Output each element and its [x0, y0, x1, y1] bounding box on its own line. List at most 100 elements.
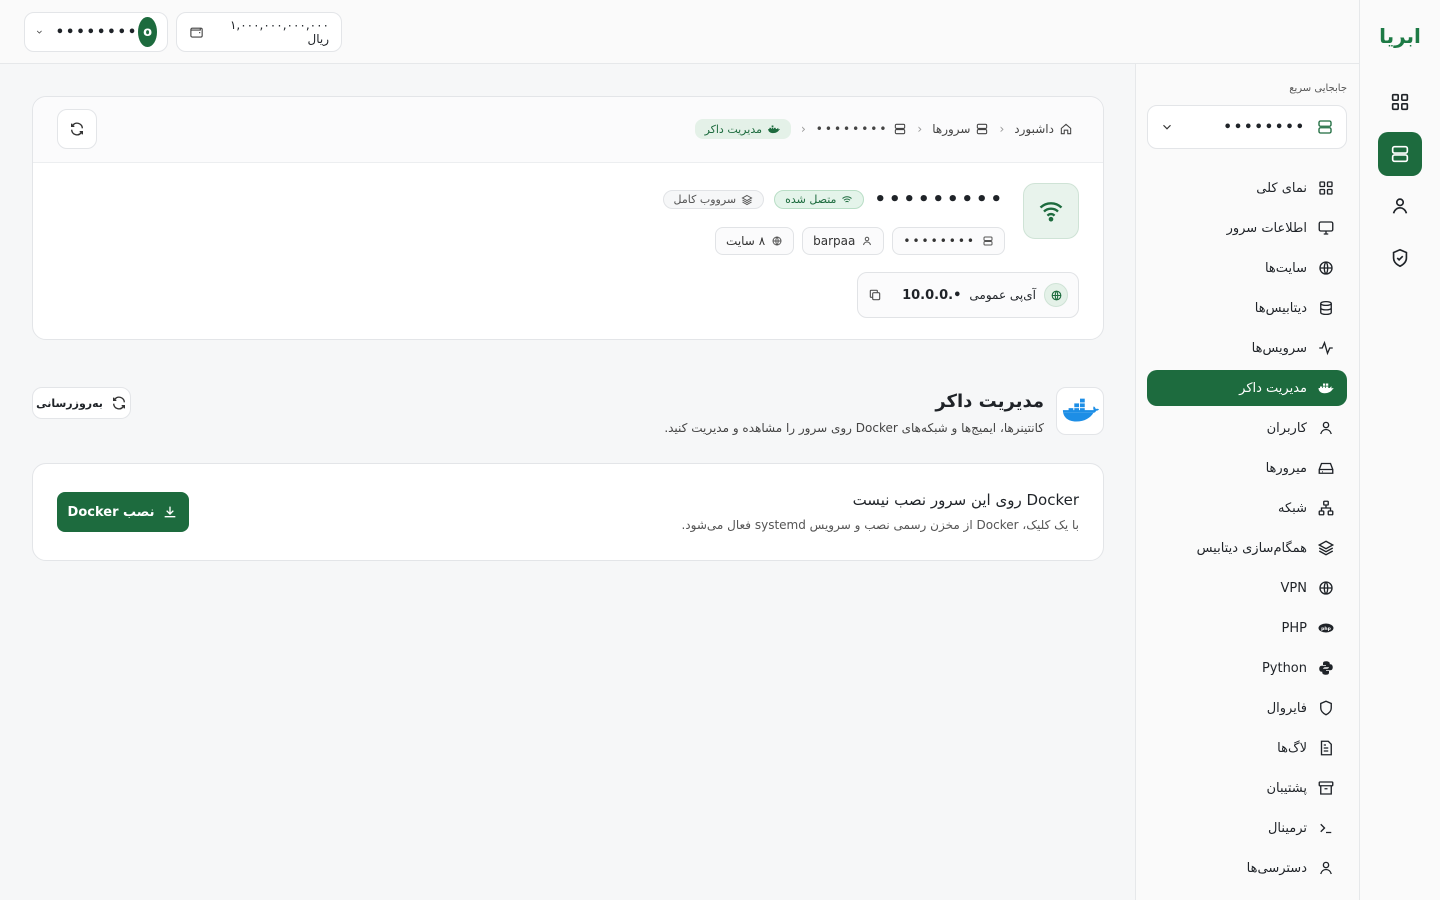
- host-value: ••••••••: [903, 234, 976, 248]
- install-docker-button[interactable]: نصب Docker: [57, 492, 189, 532]
- server-status-icon: [1023, 183, 1079, 239]
- docker-icon: [1318, 383, 1334, 394]
- install-title: Docker روی این سرور نصب نیست: [852, 491, 1079, 509]
- home-icon: [1060, 123, 1072, 135]
- rail-servers-button[interactable]: [1378, 132, 1422, 176]
- user-icon: [1320, 421, 1332, 435]
- chevron-left-icon: ‹: [800, 122, 806, 136]
- docker-icon: [768, 125, 780, 134]
- nav-label: دسترسی‌ها: [1246, 860, 1307, 876]
- server-icon: [895, 123, 906, 135]
- database-icon: [1320, 300, 1332, 316]
- breadcrumb-servers-label: سرورها: [932, 122, 971, 136]
- copy-icon[interactable]: [868, 288, 882, 302]
- monitor-icon: [1318, 221, 1334, 235]
- nav-logs[interactable]: لاگ‌ها: [1147, 730, 1347, 766]
- breadcrumb-home-label: داشبورد: [1014, 122, 1054, 136]
- php-icon: php: [1318, 623, 1334, 633]
- nav-users[interactable]: کاربران: [1147, 410, 1347, 446]
- docker-whale-icon: [1062, 398, 1099, 422]
- breadcrumb-servers[interactable]: سرورها: [932, 122, 989, 136]
- network-icon: [1318, 500, 1334, 516]
- grid-icon: [1391, 93, 1409, 111]
- rail-users-button[interactable]: [1378, 184, 1422, 228]
- server-sidebar: جابجایی سریع •••••••• نمای کلی اطلاعات س…: [1135, 64, 1359, 900]
- quick-switch-select[interactable]: ••••••••: [1147, 105, 1347, 149]
- docker-not-installed-card: Docker روی این سرور نصب نیست با یک کلیک،…: [32, 463, 1104, 561]
- nav-label: پشتیبان: [1266, 780, 1308, 796]
- activity-icon: [1319, 340, 1333, 356]
- layers-icon: [741, 194, 753, 205]
- nav-db-sync[interactable]: همگام‌سازی دیتابیس: [1147, 530, 1347, 566]
- server-name: •••••••••: [874, 189, 1005, 210]
- card-header: داشبورد ‹ سرورها ‹ •••••••• ‹ مدیریت داک…: [33, 97, 1103, 163]
- nav-vpn[interactable]: VPN: [1147, 570, 1347, 606]
- refresh-button[interactable]: به‌روزرسانی: [32, 387, 131, 419]
- nav-services[interactable]: سرویس‌ها: [1147, 330, 1347, 366]
- rail-security-button[interactable]: [1378, 236, 1422, 280]
- server-icon: [1391, 145, 1409, 163]
- user-menu[interactable]: •••••••• o: [24, 12, 168, 52]
- user-key-icon: [1320, 861, 1332, 875]
- nav-network[interactable]: شبکه: [1147, 490, 1347, 526]
- nav-python[interactable]: Python: [1147, 650, 1347, 686]
- host-chip: ••••••••: [892, 227, 1005, 255]
- chevron-left-icon: ‹: [917, 122, 923, 136]
- nav-label: میرورها: [1265, 460, 1307, 476]
- refresh-icon: [71, 122, 83, 136]
- globe-lock-icon: [1319, 581, 1333, 595]
- nav-backup[interactable]: پشتیبان: [1147, 770, 1347, 806]
- breadcrumb-home[interactable]: داشبورد: [1014, 122, 1073, 136]
- nav-label: مدیریت داکر: [1239, 380, 1307, 396]
- nav-access[interactable]: دسترسی‌ها: [1147, 850, 1347, 886]
- globe-icon: [1319, 261, 1333, 275]
- nav-docker[interactable]: مدیریت داکر: [1147, 370, 1347, 406]
- server-icon: [983, 236, 993, 246]
- breadcrumb-server[interactable]: ••••••••: [816, 122, 908, 136]
- nav-label: PHP: [1281, 620, 1307, 636]
- file-text-icon: [1320, 740, 1332, 756]
- svg-text:ابریا: ابریا: [1379, 24, 1421, 48]
- ssh-user-value: barpaa: [813, 234, 856, 248]
- nav-databases[interactable]: دیتابیس‌ها: [1147, 290, 1347, 326]
- top-bar: •••••••• o ۱,۰۰۰,۰۰۰,۰۰۰,۰۰۰ ریال: [0, 0, 1359, 64]
- server-title-row: ••••••••• متصل شده سرووب کامل: [662, 189, 1005, 210]
- server-type-label: سرووب کامل: [673, 193, 737, 206]
- reload-button[interactable]: [57, 109, 97, 149]
- nav-terminal[interactable]: ترمینال: [1147, 810, 1347, 846]
- user-icon: [1392, 198, 1408, 214]
- nav-label: اطلاعات سرور: [1226, 220, 1307, 236]
- nav-label: نمای کلی: [1256, 180, 1307, 196]
- nav-label: شبکه: [1278, 500, 1307, 516]
- nav-php[interactable]: php PHP: [1147, 610, 1347, 646]
- nav-server-info[interactable]: اطلاعات سرور: [1147, 210, 1347, 246]
- server-meta-row: •••••••• barpaa ۸ سایت: [715, 227, 1005, 255]
- nav-mirrors[interactable]: میرورها: [1147, 450, 1347, 486]
- layers-icon: [1317, 540, 1335, 556]
- ssh-user-chip: barpaa: [802, 227, 885, 255]
- chevron-left-icon: ‹: [999, 122, 1005, 136]
- avatar: o: [138, 17, 157, 47]
- svg-text:php: php: [1321, 626, 1331, 632]
- server-type-badge: سرووب کامل: [662, 190, 765, 209]
- nav-label: لاگ‌ها: [1277, 740, 1307, 756]
- archive-icon: [1318, 781, 1334, 795]
- wallet-balance[interactable]: ۱,۰۰۰,۰۰۰,۰۰۰,۰۰۰ ریال: [176, 12, 342, 52]
- nav-label: سرویس‌ها: [1251, 340, 1307, 356]
- python-icon: [1319, 661, 1333, 675]
- docker-section-subtitle: کانتینرها، ایمیج‌ها و شبکه‌های Docker رو…: [664, 421, 1044, 435]
- nav-overview[interactable]: نمای کلی: [1147, 170, 1347, 206]
- sites-count-chip: ۸ سایت: [715, 227, 795, 255]
- nav-firewall[interactable]: فایروال: [1147, 690, 1347, 726]
- brand-logo[interactable]: ابریا: [1370, 22, 1430, 50]
- status-label: متصل شده: [785, 193, 837, 206]
- rail-dashboard-button[interactable]: [1378, 80, 1422, 124]
- download-icon: [165, 506, 176, 518]
- public-ip-value: 10.0.0.•: [902, 287, 962, 303]
- chevron-down-icon: [36, 30, 42, 34]
- nav-sites[interactable]: سایت‌ها: [1147, 250, 1347, 286]
- wallet-amount: ۱,۰۰۰,۰۰۰,۰۰۰,۰۰۰ ریال: [229, 18, 329, 46]
- user-icon: [863, 236, 872, 246]
- quick-switch-label: جابجایی سریع: [1289, 83, 1347, 94]
- nav-label: کاربران: [1266, 420, 1307, 436]
